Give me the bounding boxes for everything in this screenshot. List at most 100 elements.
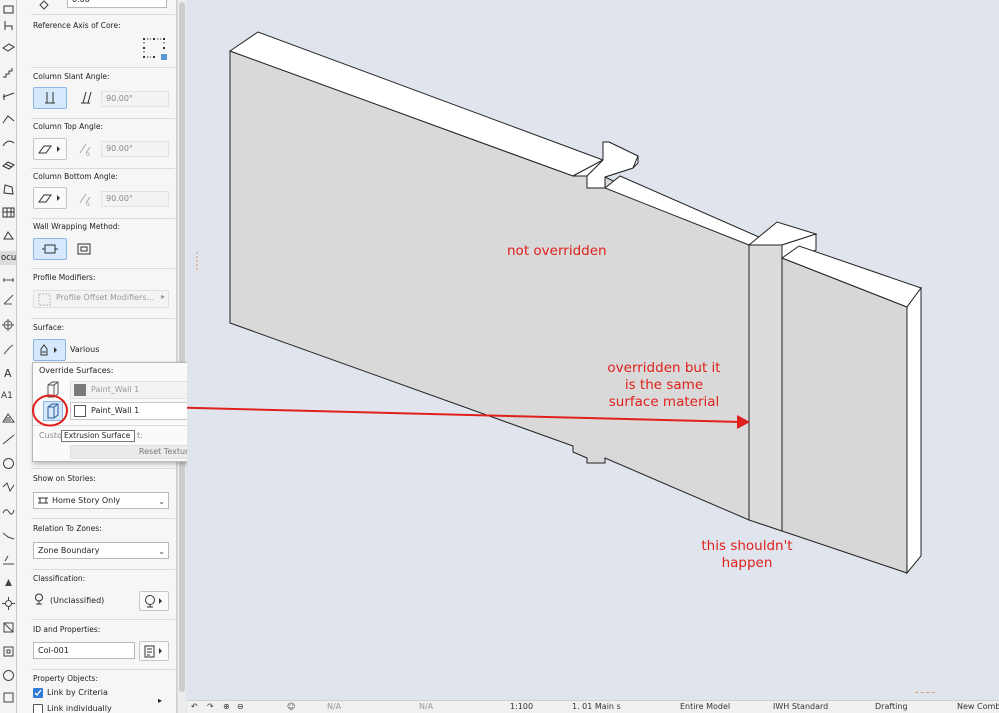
section-tool-icon[interactable]: [1, 596, 16, 611]
stair-tool-icon[interactable]: [1, 65, 16, 80]
surface-value: Various: [70, 345, 100, 354]
reference-axis-grid-icon[interactable]: [142, 36, 168, 62]
layer-combination-value[interactable]: 1. 01 Main s: [572, 702, 621, 711]
arc-tool-icon[interactable]: [1, 456, 16, 471]
radial-dimension-icon[interactable]: [1, 342, 16, 357]
annotation-overridden: overridden but it is the same surface ma…: [594, 360, 734, 411]
shell-tool-icon[interactable]: [1, 136, 16, 151]
classification-label: Classification:: [33, 574, 86, 583]
link-individually-checkbox[interactable]: [33, 704, 43, 713]
panel-scrollbar[interactable]: [177, 0, 186, 713]
redo-icon[interactable]: ↷: [207, 702, 214, 711]
line-tool-icon[interactable]: [1, 432, 16, 447]
properties-button[interactable]: [139, 641, 169, 661]
3d-viewport[interactable]: not overridden overridden but it is the …: [187, 0, 999, 700]
pen-set-value[interactable]: IWH Standard: [773, 702, 828, 711]
status-bar: ↶ ↷ ⊕ ⊖ ☺ N/A N/A 1:100 1. 01 Main s Ent…: [187, 700, 999, 713]
mesh-tool-icon[interactable]: [1, 158, 16, 173]
status-na-1: N/A: [327, 702, 342, 711]
spline-tool-icon[interactable]: [1, 504, 16, 519]
wrap-method-1-button[interactable]: [33, 238, 67, 260]
scrollbar-thumb[interactable]: [179, 2, 185, 692]
slant-angle-value: 90.00°: [101, 91, 169, 107]
slab-tool-icon[interactable]: [1, 40, 16, 55]
relation-to-zones-dropdown[interactable]: Zone Boundary ⌄: [33, 542, 169, 559]
level-dimension-icon[interactable]: [1, 318, 16, 333]
elevation-tool-icon[interactable]: [1, 620, 16, 635]
curtain-wall-tool-icon[interactable]: [1, 205, 16, 220]
detail-tool-icon[interactable]: [1, 668, 16, 683]
morph-tool-icon[interactable]: [1, 182, 16, 197]
stories-icon: [38, 497, 48, 504]
chair-tool-icon[interactable]: [1, 18, 16, 33]
scale-value[interactable]: 1:100: [510, 702, 533, 711]
surface-picker-button[interactable]: [33, 339, 66, 361]
chevron-down-icon: ⌄: [158, 497, 165, 506]
id-field[interactable]: Col-001: [33, 642, 135, 659]
slant-angle-label: Column Slant Angle:: [33, 72, 110, 81]
annotation-overridden-line1: overridden but it: [607, 360, 721, 376]
wrap-method-2-button[interactable]: [73, 238, 95, 260]
undo-icon[interactable]: ↶: [191, 702, 198, 711]
dimension-tool-icon[interactable]: [1, 272, 16, 287]
bottom-angle-icon: α: [74, 188, 96, 210]
annotation-shouldnt-line2: happen: [721, 555, 773, 571]
chevron-right-icon: ▸: [160, 292, 165, 301]
roof-tool-icon[interactable]: [1, 112, 16, 127]
annotation-shouldnt-line1: this shouldn't: [701, 538, 793, 554]
chevron-down-icon: ⌄: [158, 547, 165, 556]
surface-label: Surface:: [33, 323, 65, 332]
label-tool-icon[interactable]: A1: [1, 387, 16, 402]
height-field[interactable]: 0.00: [67, 0, 167, 8]
camera-tool-icon[interactable]: [1, 574, 16, 589]
override-row-2-material: Paint_Wall 1: [91, 406, 140, 415]
model-view-value[interactable]: Entire Model: [680, 702, 730, 711]
override-surfaces-title: Override Surfaces:: [39, 366, 114, 375]
divider: [31, 118, 175, 119]
vertical-column-button[interactable]: [33, 87, 67, 109]
new-combination-value[interactable]: New Comb: [957, 702, 999, 711]
change-tool-icon[interactable]: [1, 690, 16, 705]
beam-tool-icon[interactable]: [1, 88, 16, 103]
top-angle-button[interactable]: [33, 138, 67, 160]
chevron-right-icon[interactable]: ▸: [158, 696, 162, 705]
classification-button[interactable]: [139, 591, 169, 611]
relation-to-zones-label: Relation To Zones:: [33, 524, 102, 533]
divider: [31, 67, 175, 68]
show-on-stories-dropdown[interactable]: Home Story Only ⌄: [33, 492, 169, 509]
divider: [31, 619, 175, 620]
override-row-1-material: Paint_Wall 1: [91, 385, 140, 394]
zoom-in-icon[interactable]: ⊕: [223, 702, 230, 711]
text-tool-icon[interactable]: A: [1, 365, 16, 380]
extrusion-surface-tooltip: Extrusion Surface: [61, 430, 135, 442]
annotation-overridden-line2: is the same: [624, 377, 704, 393]
profile-offset-button[interactable]: Profile Offset Modifiers... ▸: [33, 290, 169, 308]
material-swatch: [74, 405, 86, 417]
object-tool-icon[interactable]: [1, 228, 16, 243]
wall-tool-icon[interactable]: [1, 2, 16, 17]
bottom-angle-button[interactable]: [33, 187, 67, 209]
annotation-shouldnt-happen: this shouldn't happen: [687, 538, 807, 572]
svg-text:A: A: [4, 367, 12, 379]
document-tab[interactable]: ocumen: [0, 251, 16, 265]
wall-model-3d: [187, 31, 922, 575]
figure-tool-icon[interactable]: [1, 552, 16, 567]
svg-text:α: α: [86, 201, 90, 207]
drag-handle[interactable]: [915, 692, 935, 693]
divider: [31, 569, 175, 570]
link-by-criteria-checkbox[interactable]: [33, 688, 43, 698]
zoom-out-icon[interactable]: ⊖: [237, 702, 244, 711]
id-properties-label: ID and Properties:: [33, 625, 101, 634]
divider: [31, 218, 175, 219]
divider: [31, 168, 175, 169]
slanted-column-button[interactable]: [74, 87, 96, 109]
drafting-value[interactable]: Drafting: [875, 702, 908, 711]
navigation-icon[interactable]: ☺: [287, 702, 295, 711]
top-angle-icon: α: [74, 138, 96, 160]
divider: [31, 268, 175, 269]
fill-tool-icon[interactable]: [1, 410, 16, 425]
polyline-tool-icon[interactable]: [1, 480, 16, 495]
angle-dimension-icon[interactable]: [1, 292, 16, 307]
hotspot-tool-icon[interactable]: [1, 528, 16, 543]
worksheet-tool-icon[interactable]: [1, 644, 16, 659]
